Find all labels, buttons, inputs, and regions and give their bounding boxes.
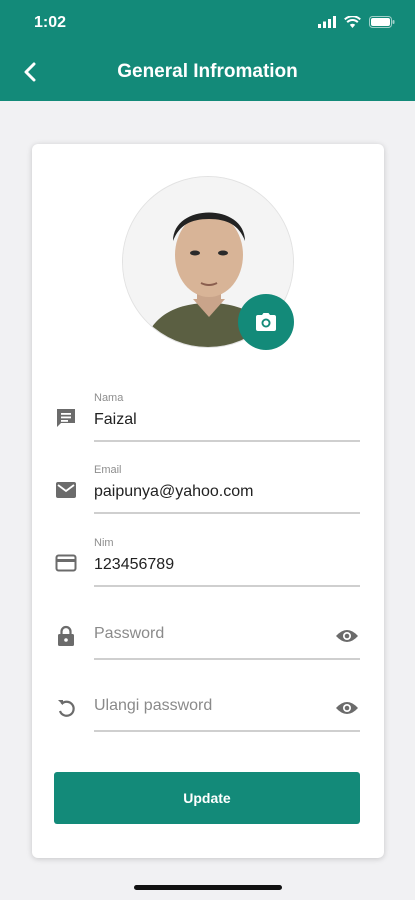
message-icon — [54, 406, 78, 430]
wifi-icon — [344, 16, 361, 28]
nama-label: Nama — [94, 392, 124, 404]
page-title: General Infromation — [117, 61, 298, 82]
toggle-password-visibility-button[interactable] — [334, 624, 360, 648]
nim-input[interactable] — [94, 553, 360, 577]
update-button[interactable]: Update — [54, 772, 360, 824]
email-label: Email — [94, 464, 122, 476]
profile-card: Nama Email Nim — [32, 144, 384, 858]
signal-icon — [318, 16, 336, 28]
password-field — [54, 610, 360, 680]
mail-icon — [54, 478, 78, 502]
ulangi-password-field — [54, 682, 360, 752]
home-indicator — [134, 885, 282, 890]
nama-field: Nama — [54, 392, 360, 462]
camera-icon — [256, 313, 276, 331]
change-photo-button[interactable] — [238, 294, 294, 350]
nim-underline — [94, 585, 360, 587]
nama-input[interactable] — [94, 408, 360, 432]
history-icon — [54, 696, 78, 720]
password-underline — [94, 658, 360, 660]
ulangi-password-input[interactable] — [94, 694, 314, 718]
email-underline — [94, 512, 360, 514]
eye-icon — [336, 702, 358, 714]
nim-field: Nim — [54, 537, 360, 607]
email-field: Email — [54, 464, 360, 534]
avatar-section — [122, 176, 294, 350]
status-icons — [318, 16, 395, 28]
password-input[interactable] — [94, 622, 314, 646]
app-bar: 1:02 General Infromation — [0, 0, 415, 101]
eye-icon — [336, 630, 358, 642]
nama-underline — [94, 440, 360, 442]
battery-icon — [369, 16, 395, 28]
lock-icon — [54, 624, 78, 648]
status-time: 1:02 — [34, 14, 67, 31]
credit-card-icon — [54, 551, 78, 575]
email-input[interactable] — [94, 480, 360, 504]
nim-label: Nim — [94, 537, 114, 549]
ulangi-password-underline — [94, 730, 360, 732]
toggle-ulangi-password-visibility-button[interactable] — [334, 696, 360, 720]
